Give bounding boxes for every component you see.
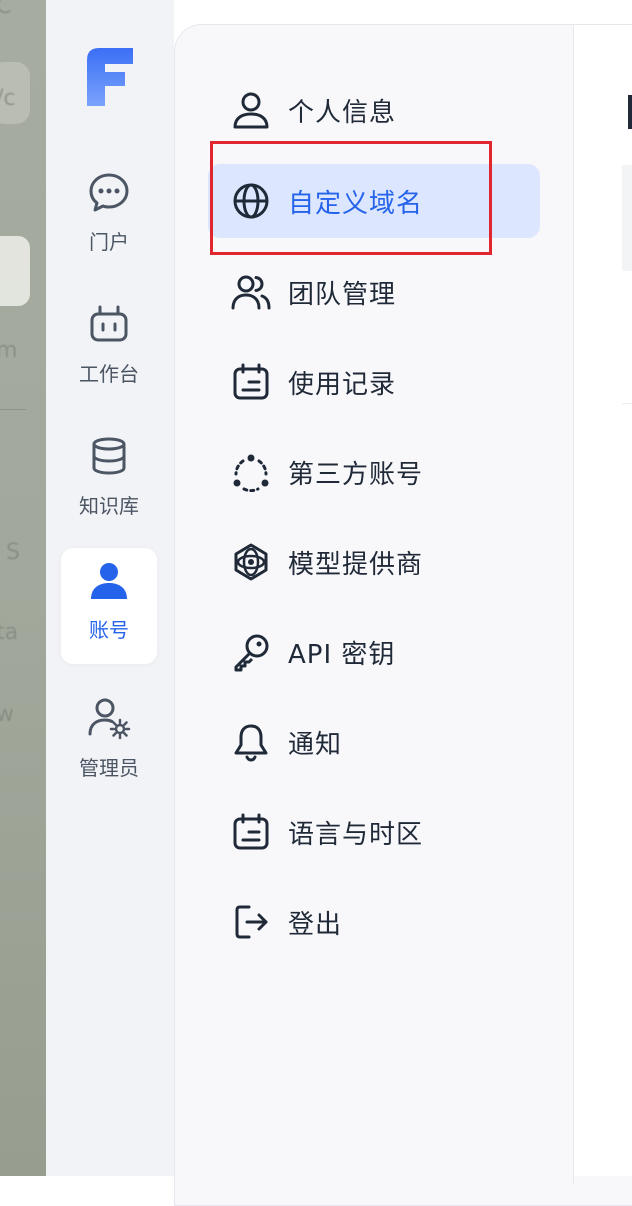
user-icon — [87, 558, 131, 602]
menu-item-model-provider[interactable]: 模型提供商 — [208, 525, 540, 599]
menu-item-usage[interactable]: 使用记录 — [208, 345, 540, 419]
menu-item-label: API 密钥 — [288, 639, 396, 670]
menu-item-team[interactable]: 团队管理 — [208, 255, 540, 329]
background-ghost-text: w — [0, 702, 14, 727]
user-gear-icon — [87, 696, 131, 740]
background-card — [0, 236, 30, 306]
settings-content-area — [574, 25, 632, 1176]
rail-item-admin[interactable]: 管理员 — [61, 686, 157, 802]
rail-item-label: 工作台 — [79, 362, 139, 386]
rail-item-account[interactable]: 账号 — [61, 548, 157, 664]
rail-item-portal[interactable]: 门户 — [61, 160, 157, 276]
menu-item-label: 登出 — [288, 909, 343, 940]
background-app-strip: C /c m S ta w — [0, 0, 46, 1176]
rail-item-workbench[interactable]: 工作台 — [61, 292, 157, 408]
menu-item-label: 自定义域名 — [288, 188, 424, 219]
menu-item-api-key[interactable]: API 密钥 — [208, 615, 540, 689]
user-outline-icon — [230, 89, 272, 131]
model-atom-icon — [230, 541, 272, 583]
background-ghost-text: ta — [0, 620, 19, 645]
background-ghost-text: C — [0, 0, 12, 19]
database-icon — [87, 434, 131, 478]
background-divider — [0, 409, 26, 410]
menu-item-profile[interactable]: 个人信息 — [208, 73, 540, 147]
rail-item-label: 管理员 — [79, 756, 139, 780]
menu-item-label: 语言与时区 — [288, 819, 424, 850]
menu-item-label: 模型提供商 — [288, 549, 424, 580]
globe-icon — [230, 180, 272, 222]
content-title-fragment — [628, 95, 632, 129]
chat-bubble-icon — [87, 170, 131, 214]
app-logo-icon — [87, 48, 133, 106]
background-ghost-text: m — [0, 338, 18, 363]
menu-item-label: 个人信息 — [288, 97, 397, 128]
main-nav-rail: 门户 工作台 知识库 账号 管理员 — [46, 0, 174, 1176]
menu-item-label: 团队管理 — [288, 279, 397, 310]
menu-item-logout[interactable]: 登出 — [208, 885, 540, 959]
users-icon — [230, 271, 272, 313]
menu-item-notification[interactable]: 通知 — [208, 705, 540, 779]
bell-icon — [230, 721, 272, 763]
rail-item-knowledge-base[interactable]: 知识库 — [61, 424, 157, 540]
key-icon — [230, 631, 272, 673]
menu-item-label: 使用记录 — [288, 369, 397, 400]
content-card — [622, 165, 632, 271]
rail-item-label: 门户 — [89, 230, 129, 254]
calendar-list-icon — [230, 361, 272, 403]
robot-icon — [87, 302, 131, 346]
menu-item-label: 第三方账号 — [288, 459, 424, 490]
menu-item-custom-domain[interactable]: 自定义域名 — [208, 164, 540, 238]
nodes-icon — [230, 451, 272, 493]
background-ghost-text: /c — [0, 86, 16, 111]
rail-item-label: 账号 — [89, 618, 129, 642]
rail-item-label: 知识库 — [79, 494, 139, 518]
menu-item-third-party[interactable]: 第三方账号 — [208, 435, 540, 509]
logout-icon — [230, 901, 272, 943]
menu-item-language-timezone[interactable]: 语言与时区 — [208, 795, 540, 869]
content-divider — [622, 403, 632, 404]
menu-item-label: 通知 — [288, 729, 343, 760]
background-ghost-text: S — [6, 540, 20, 565]
calendar-list-icon — [230, 811, 272, 853]
